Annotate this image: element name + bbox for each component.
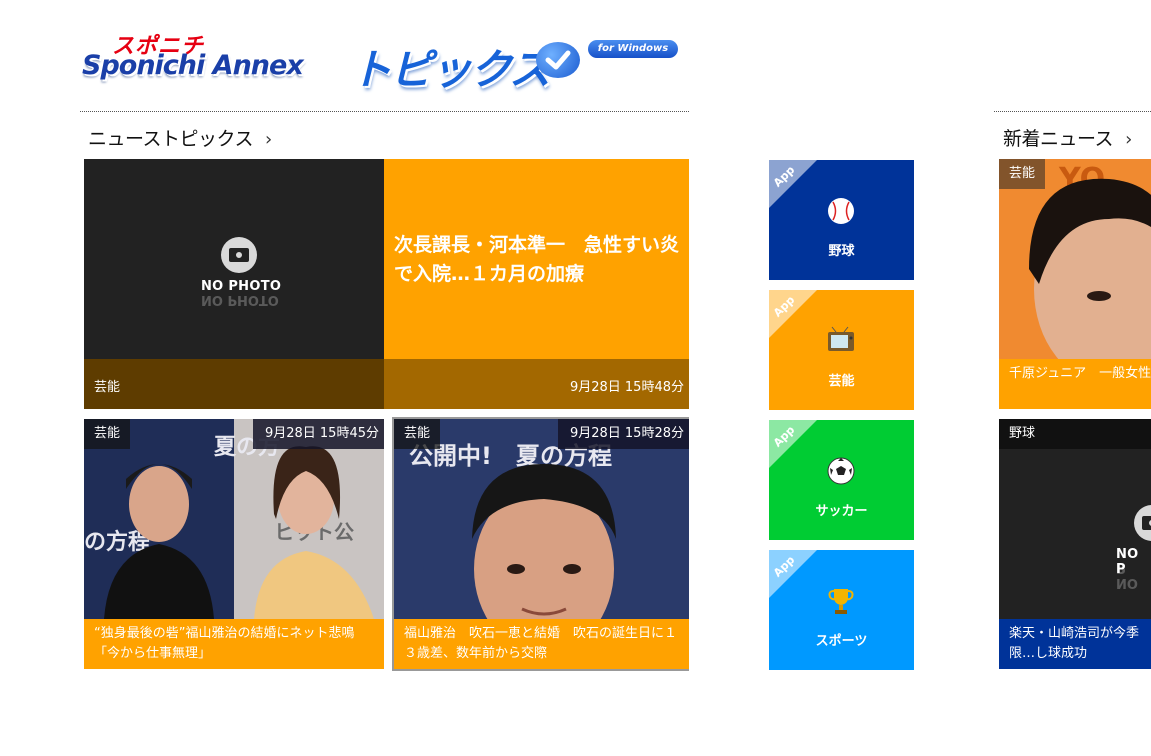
category-label: 芸能 — [394, 419, 441, 449]
tv-icon — [828, 326, 854, 351]
news-tile[interactable]: 公開中! 夏の方程 芸能 9月28日 15時28分 福山雅治 吹石一恵と結婚 吹… — [392, 417, 689, 671]
news-photo: 夏の方 の方程 ヒット公 — [84, 419, 384, 619]
date-bar: 9月28日 15時48分 — [384, 359, 689, 409]
section-title: ニューストピックス — [88, 128, 253, 150]
camera-icon — [221, 237, 257, 273]
section-title: 新着ニュース — [1003, 128, 1114, 150]
featured-news-tile[interactable]: NO PHOTO NO PHOTO 次長課長・河本準一 急性すい炎で入院…１カ月… — [84, 159, 689, 409]
app-tile-baseball[interactable]: App 野球 — [769, 160, 914, 280]
app-tile-soccer[interactable]: App サッカー — [769, 420, 914, 540]
section-header-news-topics[interactable]: ニューストピックス › — [88, 124, 272, 151]
latest-news-tile[interactable]: NO P NO P 野球 楽天・山崎浩司が今季限…し球成功 — [999, 419, 1151, 669]
date-label: 9月28日 15時48分 — [569, 380, 684, 395]
app-label: 野球 — [828, 244, 855, 259]
trophy-icon — [828, 589, 854, 614]
news-caption: 千原ジュニア 一般女性と…芯の強さにビビッと」 — [999, 359, 1151, 409]
headline-panel: 次長課長・河本準一 急性すい炎で入院…１カ月の加療 — [384, 159, 689, 359]
date-label: 9月28日 15時28分 — [557, 419, 689, 449]
category-label: 野球 — [1009, 426, 1036, 441]
logo-badge: for Windows — [588, 40, 678, 58]
chevron-right-icon: › — [1125, 129, 1132, 150]
latest-news-tile[interactable]: YO 芸能 千原ジュニア 一般女性と…芯の強さにビビッと」 — [999, 159, 1151, 409]
app-tile-sports[interactable]: App スポーツ — [769, 550, 914, 670]
no-photo-reflection: NO P — [1116, 560, 1138, 590]
category-label: 芸能 — [999, 159, 1046, 189]
news-caption: 楽天・山崎浩司が今季限…し球成功 — [999, 619, 1151, 669]
category-bar: 芸能 — [84, 359, 384, 409]
no-photo-reflection: NO PHOTO — [201, 292, 279, 307]
date-label: 9月28日 15時45分 — [252, 419, 384, 449]
featured-headline: 次長課長・河本準一 急性すい炎で入院…１カ月の加療 — [394, 234, 680, 285]
news-tile[interactable]: 夏の方 の方程 ヒット公 芸能 9月28日 15時45分 “独身最後の砦”福山雅… — [84, 419, 384, 669]
section-header-latest-news[interactable]: 新着ニュース › — [1003, 124, 1132, 151]
app-tile-entertainment[interactable]: App 芸能 — [769, 290, 914, 410]
chevron-right-icon: › — [264, 129, 272, 150]
no-photo-placeholder: NO P NO P — [999, 419, 1151, 619]
category-label: 芸能 — [94, 380, 121, 395]
news-photo: YO — [999, 159, 1151, 359]
divider — [80, 111, 689, 112]
camera-icon — [1134, 505, 1151, 541]
logo-sponichi-annex: Sponichi Annex — [82, 50, 304, 81]
no-photo-placeholder: NO PHOTO NO PHOTO — [84, 159, 384, 359]
app-label: サッカー — [815, 504, 868, 519]
checkmark-icon — [536, 42, 580, 78]
divider — [994, 111, 1151, 112]
news-caption: “独身最後の砦”福山雅治の結婚にネット悲鳴「今から仕事無理」 — [84, 619, 384, 669]
logo-topics: トピックス — [350, 45, 551, 94]
baseball-icon — [828, 198, 854, 224]
news-photo: 公開中! 夏の方程 — [394, 419, 689, 621]
category-label: 芸能 — [84, 419, 131, 449]
app-label: 芸能 — [828, 374, 855, 389]
soccer-ball-icon — [827, 457, 855, 485]
news-caption: 福山雅治 吹石一恵と結婚 吹石の誕生日に１３歳差、数年前から交際 — [394, 619, 689, 669]
app-label: スポーツ — [815, 634, 868, 649]
